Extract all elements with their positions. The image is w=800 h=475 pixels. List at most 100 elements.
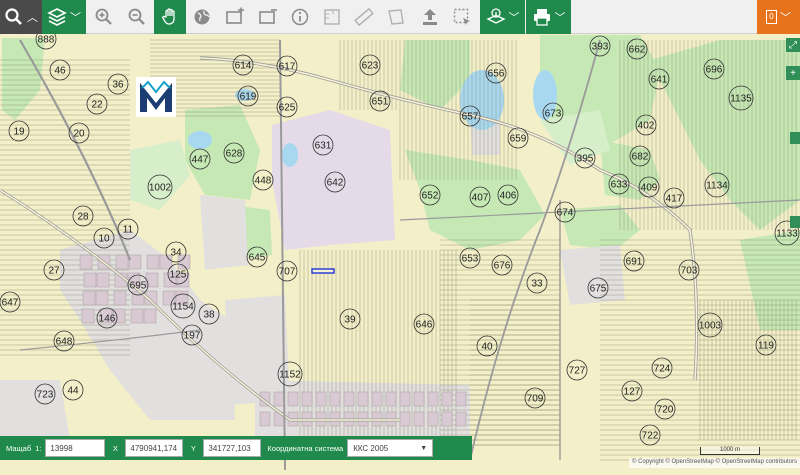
svg-text:709: 709: [527, 394, 544, 405]
select-box-icon: [453, 8, 470, 25]
search-icon: [5, 8, 22, 25]
x-coordinate-field[interactable]: 4790941,174: [125, 439, 184, 457]
svg-text:619: 619: [240, 92, 257, 103]
info-icon: [291, 8, 309, 26]
globe-icon: [194, 9, 210, 25]
svg-text:888: 888: [38, 35, 55, 46]
svg-text:727: 727: [569, 366, 586, 377]
printer-icon: [533, 9, 550, 26]
chevron-up-icon: ︿: [27, 11, 38, 24]
select-area-button[interactable]: [447, 0, 477, 34]
crs-value: ККС 2005: [353, 443, 389, 453]
fullscreen-button[interactable]: ⤢: [786, 38, 800, 52]
layers-icon: [47, 8, 67, 26]
svg-text:628: 628: [226, 149, 243, 160]
chevron-down-icon: ﹀: [70, 11, 81, 24]
chevron-down-icon: ▼: [420, 444, 428, 452]
svg-text:646: 646: [416, 320, 433, 331]
svg-text:647: 647: [2, 298, 19, 309]
svg-text:27: 27: [48, 266, 60, 277]
svg-text:641: 641: [651, 75, 668, 86]
draw-polygon-button[interactable]: [381, 0, 411, 34]
svg-text:33: 33: [531, 279, 543, 290]
svg-text:39: 39: [344, 315, 356, 326]
upload-button[interactable]: [414, 0, 446, 34]
identify-button[interactable]: [285, 0, 315, 34]
svg-text:659: 659: [510, 134, 527, 145]
scale-input[interactable]: 13998: [45, 439, 106, 457]
svg-text:653: 653: [462, 254, 479, 265]
plus-icon: +: [790, 67, 796, 79]
svg-text:673: 673: [545, 109, 562, 120]
layers-button[interactable]: ﹀: [42, 0, 86, 34]
svg-text:409: 409: [641, 183, 658, 194]
svg-text:1154: 1154: [172, 302, 194, 313]
svg-text:402: 402: [638, 121, 655, 132]
chevron-down-icon: ﹀: [780, 11, 791, 24]
svg-text:417: 417: [666, 194, 683, 205]
svg-text:724: 724: [654, 364, 671, 375]
svg-text:1003: 1003: [699, 321, 722, 332]
svg-text:723: 723: [37, 390, 54, 401]
full-extent-button[interactable]: [187, 0, 217, 34]
ruler-area-icon: [324, 9, 340, 25]
svg-text:38: 38: [203, 310, 215, 321]
svg-text:720: 720: [657, 405, 674, 416]
panel-toggle-2[interactable]: [790, 216, 800, 228]
selected-parcel[interactable]: [311, 268, 335, 274]
svg-text:617: 617: [279, 62, 296, 73]
hand-icon: [162, 8, 175, 25]
svg-text:676: 676: [494, 261, 511, 272]
coordinate-statusbar: Мащаб 1: 13998 X 4790941,174 Y 341727,10…: [0, 436, 472, 460]
crs-select[interactable]: ККС 2005 ▼: [347, 439, 434, 457]
svg-text:691: 691: [626, 257, 643, 268]
previous-extent-button[interactable]: [219, 0, 251, 34]
svg-text:20: 20: [73, 129, 85, 140]
svg-text:652: 652: [422, 191, 439, 202]
extent-forward-icon: [259, 9, 277, 24]
expand-icon: ⤢: [789, 39, 797, 51]
zoom-out-icon: [128, 8, 145, 25]
svg-text:703: 703: [681, 266, 698, 277]
svg-text:197: 197: [184, 331, 201, 342]
svg-text:707: 707: [279, 267, 296, 278]
map-attribution: © Copyright © OpenStreetMap © OpenStreet…: [628, 458, 800, 468]
print-button[interactable]: ﹀: [526, 0, 571, 34]
notification-badge: 0: [766, 10, 777, 24]
svg-text:722: 722: [642, 431, 659, 442]
svg-text:614: 614: [235, 61, 252, 72]
measure-area-button[interactable]: [317, 0, 347, 34]
notifications-button[interactable]: 0 ﹀: [757, 0, 800, 34]
zoom-in-button[interactable]: [88, 0, 120, 34]
zoom-slider-top[interactable]: +: [786, 66, 800, 80]
svg-text:127: 127: [624, 387, 641, 398]
svg-text:10: 10: [98, 234, 110, 245]
zoom-out-button[interactable]: [121, 0, 153, 34]
svg-text:1002: 1002: [149, 183, 172, 194]
svg-text:1135: 1135: [730, 94, 752, 105]
y-coordinate-field[interactable]: 341727,103: [203, 439, 262, 457]
ruler-icon: [354, 7, 374, 27]
panel-toggle[interactable]: [790, 132, 800, 144]
svg-text:395: 395: [577, 154, 594, 165]
svg-text:22: 22: [91, 100, 103, 111]
svg-text:631: 631: [315, 141, 332, 152]
measure-distance-button[interactable]: [349, 0, 379, 34]
next-extent-button[interactable]: [252, 0, 284, 34]
cadastral-map[interactable]: 888 46 36 614 617 623 656 393 662 696 641 1135 19 22 6…: [0, 34, 800, 475]
svg-text:46: 46: [54, 66, 66, 77]
svg-text:695: 695: [130, 281, 147, 292]
svg-text:648: 648: [56, 337, 73, 348]
svg-text:1134: 1134: [706, 181, 728, 192]
pan-button[interactable]: [154, 0, 186, 34]
map-application: ︿ ﹀ ﹀ ﹀ 0 ﹀ 888 46 36 614 617 623 656 39…: [0, 0, 800, 475]
scale-bar: 1000 m: [700, 447, 760, 455]
svg-text:656: 656: [488, 69, 505, 80]
svg-text:36: 36: [112, 80, 124, 91]
layer-info-button[interactable]: ﹀: [480, 0, 525, 34]
chevron-down-icon: ﹀: [554, 11, 566, 24]
svg-text:40: 40: [481, 342, 493, 353]
extent-back-icon: [226, 7, 244, 24]
search-button[interactable]: ︿: [0, 0, 42, 34]
svg-text:448: 448: [255, 176, 272, 187]
